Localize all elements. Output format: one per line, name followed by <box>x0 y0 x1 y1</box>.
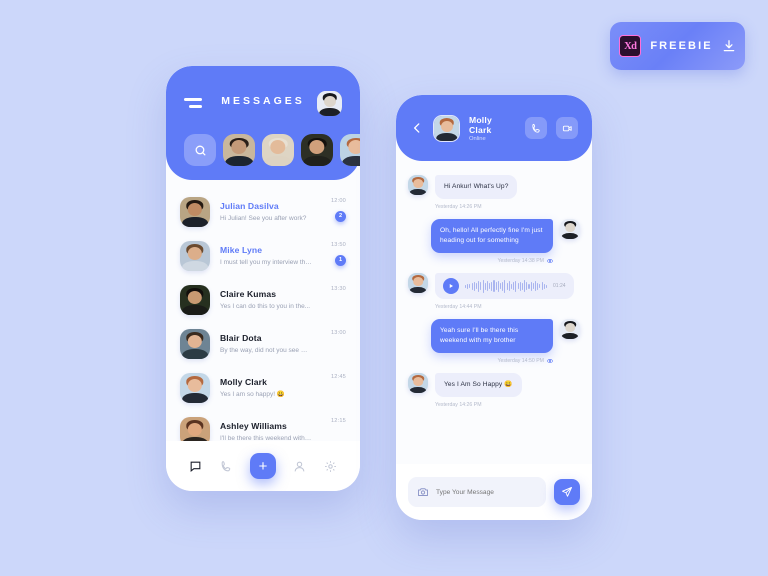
message-bubble[interactable]: Yes I Am So Happy 😀 <box>435 373 522 397</box>
avatar <box>180 329 210 359</box>
back-arrow-icon[interactable] <box>410 121 424 135</box>
message-row-voice: 01:24 <box>408 273 580 299</box>
chat-header: Molly Clark Online <box>396 95 592 161</box>
avatar <box>180 197 210 227</box>
message-timestamp: Yesterday 14:38 PM <box>408 258 553 264</box>
contact-name: Molly Clark <box>469 114 492 135</box>
message-row-incoming: Hi Ankur! What's Up? <box>408 175 580 199</box>
story-avatar[interactable] <box>262 134 294 166</box>
avatar <box>180 373 210 403</box>
conversation-list: Julian Dasilva Hi Julian! See you after … <box>166 180 360 454</box>
play-icon[interactable] <box>443 278 459 294</box>
avatar <box>560 319 580 339</box>
unread-badge: 2 <box>335 210 346 222</box>
nav-calls[interactable] <box>219 458 235 474</box>
nav-contacts[interactable] <box>291 458 307 474</box>
contact-name: Mike Lyne <box>220 244 263 255</box>
message-row-outgoing: Oh, hello! All perfectly fine I'm just h… <box>408 219 580 253</box>
contact-avatar[interactable] <box>433 114 460 142</box>
chat-messages: Hi Ankur! What's Up? Yesterday 14:26 PM … <box>396 161 592 461</box>
list-item[interactable]: Molly Clark Yes I am so happy! 😀 12:45 <box>180 366 346 410</box>
message-bubble[interactable]: Hi Ankur! What's Up? <box>435 175 518 199</box>
message-timestamp: Yesterday 14:26 PM <box>435 402 580 408</box>
voice-message[interactable]: 01:24 <box>435 273 574 299</box>
timestamp: 13:50 <box>331 242 346 248</box>
stories-row <box>184 134 360 166</box>
timestamp-text: Yesterday 14:44 PM <box>435 304 482 310</box>
seen-icon <box>547 259 553 263</box>
plus-icon: + <box>258 457 268 475</box>
avatar <box>180 285 210 315</box>
waveform <box>465 279 548 293</box>
avatar <box>560 219 580 239</box>
message-preview: Yes I am so happy! 😀 <box>220 390 285 398</box>
search-icon[interactable] <box>184 134 216 166</box>
freebie-badge[interactable]: Xd FREEBIE <box>610 22 745 70</box>
message-timestamp: Yesterday 14:50 PM <box>408 358 553 364</box>
voice-duration: 01:24 <box>553 283 566 289</box>
status-badge: Online <box>469 135 486 142</box>
nav-settings[interactable] <box>322 458 338 474</box>
avatar <box>180 241 210 271</box>
contact-name: Blair Dota <box>220 332 262 343</box>
adobe-xd-icon: Xd <box>619 35 642 57</box>
header-profile-avatar[interactable] <box>317 90 342 116</box>
timestamp: 12:15 <box>331 418 346 424</box>
timestamp-text: Yesterday 14:26 PM <box>435 204 482 210</box>
message-timestamp: Yesterday 14:26 PM <box>435 204 580 210</box>
timestamp: 13:30 <box>331 286 346 292</box>
message-preview: By the way, did not you see my... <box>220 346 312 354</box>
nav-add[interactable]: + <box>249 453 276 479</box>
messages-phone: MESSAGES Julian Dasilva Hi Julian! See y… <box>166 66 360 491</box>
message-row-incoming: Yes I Am So Happy 😀 <box>408 373 580 397</box>
message-timestamp: Yesterday 14:44 PM <box>435 304 580 310</box>
list-item[interactable]: Claire Kumas Yes I can do this to you in… <box>180 278 346 322</box>
timestamp-text: Yesterday 14:38 PM <box>497 258 544 264</box>
message-input[interactable] <box>436 488 537 496</box>
send-plane-icon <box>562 487 572 497</box>
seen-icon <box>547 359 553 363</box>
timestamp: 12:00 <box>331 198 346 204</box>
story-avatar[interactable] <box>301 134 333 166</box>
message-preview: I must tell you my interview this... <box>220 258 312 266</box>
message-bubble[interactable]: Oh, hello! All perfectly fine I'm just h… <box>431 219 553 253</box>
chat-phone: Molly Clark Online Hi Ankur! What's Up? … <box>396 95 592 520</box>
message-input-wrapper[interactable] <box>408 477 546 507</box>
contact-name: Molly Clark <box>220 376 267 387</box>
nav-chat[interactable] <box>188 458 204 474</box>
avatar <box>408 175 428 195</box>
unread-badge: 1 <box>335 254 346 266</box>
bottom-navigation: + <box>166 441 360 491</box>
freebie-label: FREEBIE <box>650 40 713 52</box>
message-preview: Hi Julian! See you after work? <box>220 214 307 222</box>
contact-name: Julian Dasilva <box>220 200 279 211</box>
download-icon[interactable] <box>722 39 736 53</box>
list-item[interactable]: Mike Lyne I must tell you my interview t… <box>180 234 346 278</box>
message-preview: Yes I can do this to you in the... <box>220 302 311 310</box>
phone-icon[interactable] <box>525 117 547 139</box>
timestamp: 13:00 <box>331 330 346 336</box>
contact-name: Claire Kumas <box>220 288 277 299</box>
send-button[interactable] <box>554 479 580 505</box>
message-row-outgoing: Yeah sure I'll be there this weekend wit… <box>408 319 580 353</box>
avatar <box>408 373 428 393</box>
message-bubble[interactable]: Yeah sure I'll be there this weekend wit… <box>431 319 553 353</box>
story-avatar[interactable] <box>223 134 255 166</box>
list-item[interactable]: Julian Dasilva Hi Julian! See you after … <box>180 190 346 234</box>
story-avatar[interactable] <box>340 134 360 166</box>
timestamp-text: Yesterday 14:26 PM <box>435 402 482 408</box>
messages-header: MESSAGES <box>166 66 360 180</box>
contact-name: Ashley Williams <box>220 420 287 431</box>
list-item[interactable]: Blair Dota By the way, did not you see m… <box>180 322 346 366</box>
timestamp-text: Yesterday 14:50 PM <box>497 358 544 364</box>
message-input-bar <box>396 464 592 520</box>
camera-icon[interactable] <box>417 486 429 498</box>
video-camera-icon[interactable] <box>556 117 578 139</box>
avatar <box>408 273 428 293</box>
timestamp: 12:45 <box>331 374 346 380</box>
